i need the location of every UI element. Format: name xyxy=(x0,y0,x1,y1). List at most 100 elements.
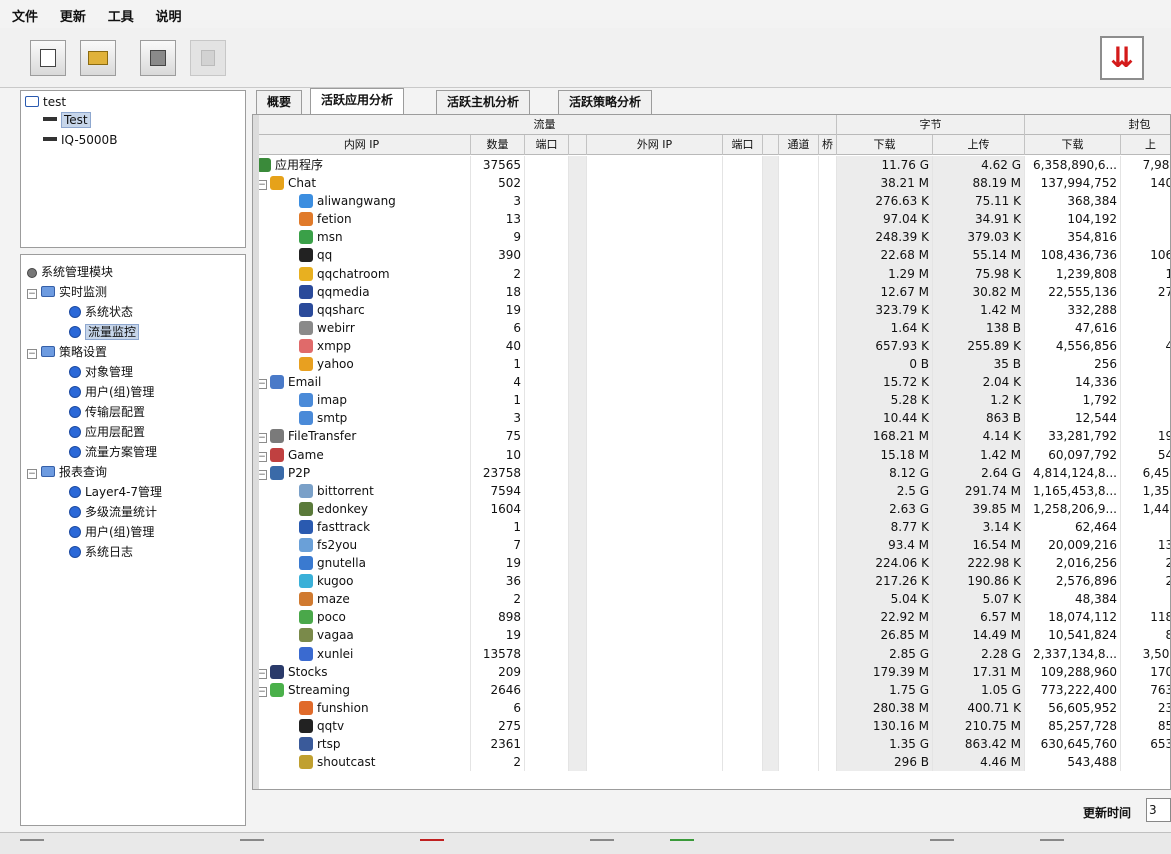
tab-active-policies[interactable]: 活跃策略分析 xyxy=(558,90,653,114)
table-row[interactable]: xunlei 13578 2.85 G 2.28 G 2,337,134,8... 3,5… xyxy=(253,644,1170,663)
table-row[interactable]: poco 898 22.92 M6.57 M18,074,112118, xyxy=(253,608,1170,627)
table-row[interactable]: smtp 3 10.44 K 863 B 12,544 xyxy=(253,409,1170,428)
table-row[interactable]: qqchatroom 2 1.29 M75.98 K1,239,8081, xyxy=(253,264,1170,283)
cell-up: 863.42 M xyxy=(933,735,1025,754)
menu-file[interactable]: 文件 xyxy=(12,10,38,25)
table-row[interactable]: shoutcast 2 296 B 4.46 M 543,488 xyxy=(253,753,1170,772)
cell-empty xyxy=(569,698,587,717)
cell-empty xyxy=(819,698,837,717)
table-row[interactable]: kugoo 36 217.26 K190.86 K2,576,8962, xyxy=(253,572,1170,591)
table-row[interactable]: −Game10 15.18 M1.42 M60,097,79254, xyxy=(253,445,1170,464)
folder-icon xyxy=(41,346,55,357)
nav-group-policy[interactable]: − 策略设置 xyxy=(27,343,107,361)
nav-item-multilevel-stats[interactable]: 多级流量统计 xyxy=(69,503,157,521)
table-row[interactable]: − Email 4 15.72 K 2.04 K 14,336 xyxy=(253,373,1170,392)
cell-empty xyxy=(819,590,837,609)
nav-root[interactable]: 系统管理模块 xyxy=(27,263,113,281)
table-row[interactable]: imap 1 5.28 K 1.2 K 1,792 xyxy=(253,391,1170,410)
col-external-ip[interactable]: 外网 IP xyxy=(587,135,723,155)
col-bridge[interactable]: 桥 xyxy=(819,135,837,155)
nav-item-user-group-mgmt[interactable]: 用户(组)管理 xyxy=(69,383,154,401)
update-time-input[interactable]: 3 xyxy=(1146,798,1171,822)
cell-pup xyxy=(1121,373,1170,391)
cell-pdown: 543,488 xyxy=(1025,753,1121,772)
col-channel[interactable]: 通道 xyxy=(779,135,819,155)
col-packets-down[interactable]: 下载 xyxy=(1025,135,1121,155)
table-row[interactable]: −Chat502 38.21 M88.19 M137,994,752140, xyxy=(253,174,1170,193)
cell-empty xyxy=(587,391,723,410)
menu-help[interactable]: 说明 xyxy=(156,10,182,25)
cell-empty xyxy=(779,228,819,247)
table-row[interactable]: −P2P23758 8.12 G2.64 G4,814,124,8...6,455 xyxy=(253,463,1170,482)
disabled-button[interactable] xyxy=(190,40,226,76)
table-row[interactable]: xmpp 40 657.93 K255.89 K4,556,8564, xyxy=(253,336,1170,356)
table-row[interactable]: gnutella 19 224.06 K222.98 K2,016,2562, xyxy=(253,554,1170,573)
col-packets-up[interactable]: 上 xyxy=(1121,135,1170,155)
cell-empty xyxy=(569,409,587,428)
app-icon xyxy=(299,230,313,245)
app-analysis-table: 流量 字节 封包 内网 IP 数量 端口 外网 IP 端口 通道 桥 下载 上传… xyxy=(252,114,1171,790)
alert-button[interactable]: ⇊ xyxy=(1100,36,1144,80)
app-icon xyxy=(270,176,284,191)
table-row[interactable]: qqtv 275 130.16 M210.75 M85,257,72885, xyxy=(253,716,1170,735)
cell-empty xyxy=(525,409,569,428)
table-row[interactable]: − FileTransfer 75 168.21 M 4.14 K 33,281,792 1… xyxy=(253,427,1170,446)
tab-active-hosts[interactable]: 活跃主机分析 xyxy=(436,90,531,114)
nav-item-user-group-report[interactable]: 用户(组)管理 xyxy=(69,523,154,541)
cell-empty xyxy=(763,698,779,717)
col-port-2[interactable]: 端口 xyxy=(723,135,763,155)
nav-group-reports[interactable]: − 报表查询 xyxy=(27,463,107,481)
nav-item-traffic-plan[interactable]: 流量方案管理 xyxy=(69,443,157,461)
table-row[interactable]: 应用程序 37565 11.76 G 4.62 G 6,358,890,6... 7,98… xyxy=(253,156,1170,175)
table-row[interactable]: fs2you 7 93.4 M16.54 M20,009,21613, xyxy=(253,535,1170,555)
device-item-iq5000b[interactable]: IQ-5000B xyxy=(43,131,117,149)
open-button[interactable] xyxy=(80,40,116,76)
menu-tools[interactable]: 工具 xyxy=(108,10,134,25)
table-row[interactable]: webirr 6 1.64 K 138 B 47,616 xyxy=(253,318,1170,337)
table-row[interactable]: vagaa 19 26.85 M14.49 M10,541,8248, xyxy=(253,626,1170,645)
tab-active-apps[interactable]: 活跃应用分析 xyxy=(310,88,405,114)
cell-empty xyxy=(525,463,569,482)
nav-item-app-config[interactable]: 应用层配置 xyxy=(69,423,145,441)
table-row[interactable]: fetion 13 97.04 K 34.91 K 104,192 xyxy=(253,210,1170,229)
cell-pdown: 1,792 xyxy=(1025,391,1121,410)
app-name: vagaa xyxy=(317,628,354,643)
cell-empty xyxy=(569,572,587,591)
menu-update[interactable]: 更新 xyxy=(60,10,86,25)
col-internal-ip[interactable]: 内网 IP xyxy=(253,135,471,155)
nav-item-system-status[interactable]: 系统状态 xyxy=(69,303,133,321)
col-port[interactable]: 端口 xyxy=(525,135,569,155)
table-row[interactable]: fasttrack 1 8.77 K 3.14 K 62,464 xyxy=(253,517,1170,536)
save-button[interactable] xyxy=(140,40,176,76)
device-item-test[interactable]: Test xyxy=(43,111,91,129)
table-row[interactable]: msn 9 248.39 K 379.03 K 354,816 xyxy=(253,228,1170,247)
cell-empty xyxy=(723,662,763,681)
col-bytes-down[interactable]: 下载 xyxy=(837,135,933,155)
table-row[interactable]: yahoo 1 0 B 35 B 256 xyxy=(253,355,1170,374)
col-count[interactable]: 数量 xyxy=(471,135,525,155)
cell-app-name: funshion xyxy=(253,698,471,717)
col-bytes-up[interactable]: 上传 xyxy=(933,135,1025,155)
table-row[interactable]: edonkey 1604 2.63 G 39.85 M 1,258,206,9... 1,… xyxy=(253,499,1170,518)
nav-item-system-log[interactable]: 系统日志 xyxy=(69,543,133,561)
nav-item-layer47[interactable]: Layer4-7管理 xyxy=(69,483,162,501)
table-row[interactable]: −Stocks209 179.39 M17.31 M109,288,960170, xyxy=(253,662,1170,681)
table-row[interactable]: aliwangwang 3 276.63 K 75.11 K 368,384 xyxy=(253,192,1170,211)
table-row[interactable]: maze 2 5.04 K 5.07 K 48,384 xyxy=(253,590,1170,609)
new-button[interactable] xyxy=(30,40,66,76)
tab-overview[interactable]: 概要 xyxy=(256,90,303,114)
table-row[interactable]: bittorrent 7594 2.5 G 291.74 M 1,165,453,8..… xyxy=(253,481,1170,500)
nav-item-traffic-monitor[interactable]: 流量监控 xyxy=(69,323,140,341)
nav-item-object-mgmt[interactable]: 对象管理 xyxy=(69,363,133,381)
table-row[interactable]: qqmedia 18 12.67 M30.82 M22,555,13627, xyxy=(253,282,1170,301)
nav-item-transport-config[interactable]: 传输层配置 xyxy=(69,403,145,421)
table-row[interactable]: −Streaming2646 1.75 G1.05 G773,222,400763… xyxy=(253,680,1170,699)
table-row[interactable]: qq 390 22.68 M55.14 M108,436,736106, xyxy=(253,246,1170,265)
table-row[interactable]: qqsharc 19 323.79 K 1.42 M 332,288 xyxy=(253,300,1170,319)
table-row[interactable]: rtsp 2361 1.35 G863.42 M630,645,760653, xyxy=(253,735,1170,754)
cell-empty xyxy=(819,735,837,754)
table-row[interactable]: funshion 6 280.38 M400.71 K56,605,95223, xyxy=(253,698,1170,717)
nav-group-monitor[interactable]: − 实时监测 xyxy=(27,283,107,301)
app-icon xyxy=(270,682,284,697)
device-root[interactable]: test xyxy=(25,93,66,111)
